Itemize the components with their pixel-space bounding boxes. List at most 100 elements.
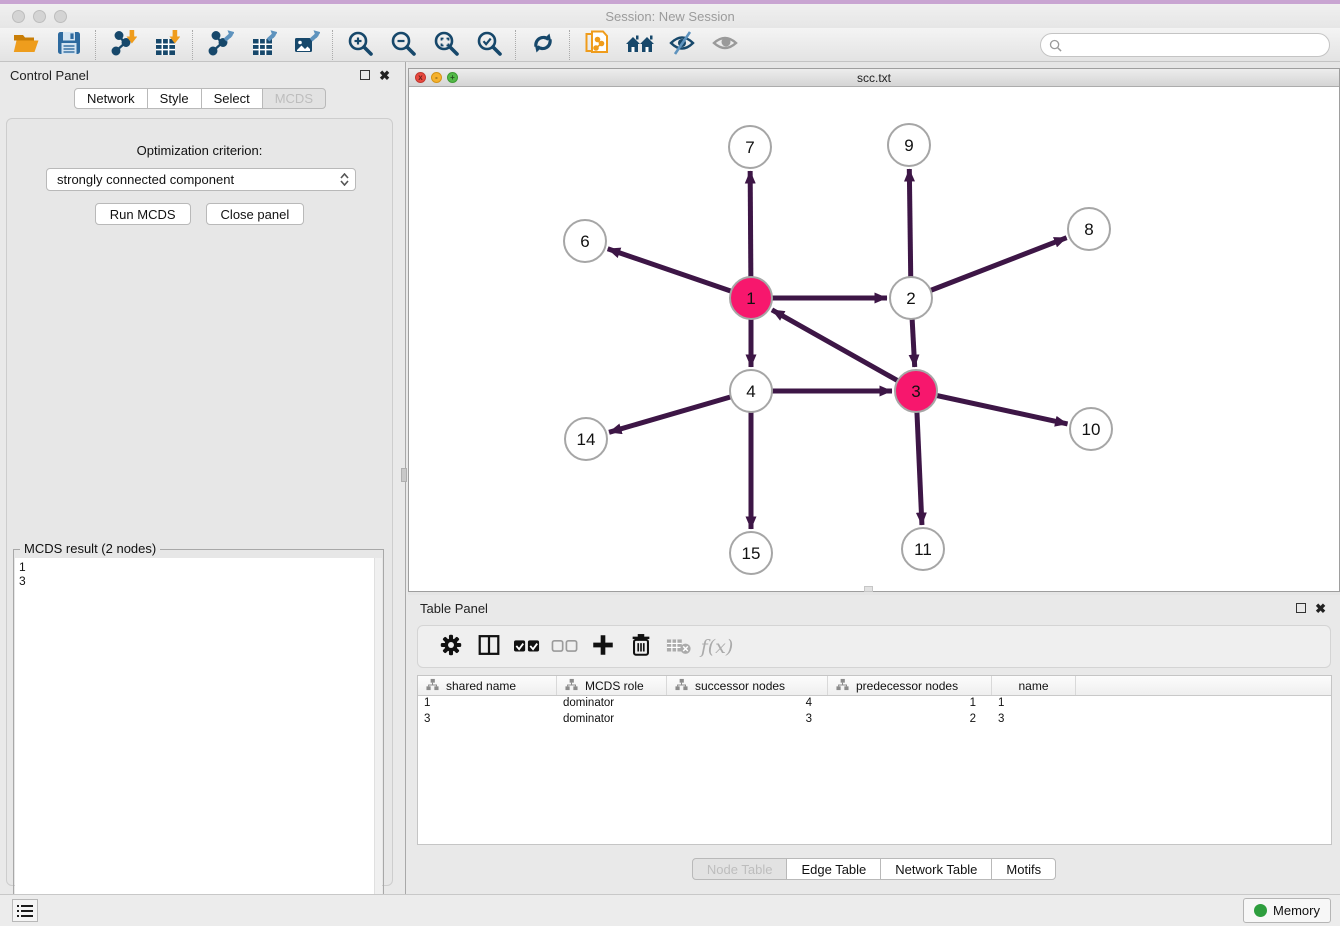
column-header-successor-nodes[interactable]: successor nodes [667, 676, 828, 695]
float-panel-icon[interactable] [360, 70, 370, 80]
vertical-splitter[interactable] [400, 62, 408, 894]
export-image-icon [292, 29, 320, 60]
network-canvas[interactable]: 7 9 6 8 1 2 4 3 14 10 15 11 [409, 87, 1339, 591]
column-header-predecessor-nodes[interactable]: predecessor nodes [828, 676, 992, 695]
node-8[interactable]: 8 [1068, 208, 1110, 250]
export-image-button[interactable] [284, 29, 327, 61]
toolbar-separator [95, 30, 96, 60]
node-10[interactable]: 10 [1070, 408, 1112, 450]
flat-table-icon [565, 678, 578, 694]
column-header-shared-name[interactable]: shared name [418, 676, 557, 695]
edge-3-10[interactable] [916, 391, 1068, 424]
tab-network[interactable]: Network [74, 88, 148, 109]
copy-style-button[interactable] [575, 29, 618, 61]
tab-node-table[interactable]: Node Table [692, 858, 788, 880]
toolbar-separator [192, 30, 193, 60]
network-window-titlebar[interactable]: x - + scc.txt [409, 69, 1339, 87]
zoom-fit-button[interactable] [424, 29, 467, 61]
export-table-button[interactable] [241, 29, 284, 61]
table-cell[interactable]: 4 [667, 696, 828, 712]
save-session-button[interactable] [47, 29, 90, 61]
save-session-icon [55, 29, 83, 60]
float-table-panel-icon[interactable] [1296, 603, 1306, 613]
optimization-criterion-select[interactable]: strongly connected component [46, 168, 356, 191]
run-mcds-button[interactable]: Run MCDS [95, 203, 191, 225]
cyndex-home-button[interactable] [618, 29, 661, 61]
edge-3-1[interactable] [772, 310, 916, 391]
node-3[interactable]: 3 [895, 370, 937, 412]
tab-style[interactable]: Style [147, 88, 202, 109]
close-table-panel-icon[interactable]: ✖ [1315, 602, 1326, 615]
column-view-button[interactable] [470, 629, 508, 665]
hide-graphics-details-button[interactable] [661, 29, 704, 61]
task-history-button[interactable] [12, 899, 38, 922]
table-cell[interactable]: dominator [557, 712, 667, 728]
node-2[interactable]: 2 [890, 277, 932, 319]
node-label: 8 [1084, 220, 1093, 239]
zoom-selected-button[interactable] [467, 29, 510, 61]
main-titlebar[interactable]: Session: New Session [0, 4, 1340, 28]
tab-mcds[interactable]: MCDS [262, 88, 326, 109]
table-cell[interactable]: 2 [828, 712, 992, 728]
edge-2-8[interactable] [911, 238, 1067, 298]
node-label: 9 [904, 136, 913, 155]
splitter-grip[interactable] [401, 468, 407, 482]
table-cell[interactable]: 1 [992, 696, 1076, 712]
tab-network-table[interactable]: Network Table [880, 858, 992, 880]
node-11[interactable]: 11 [902, 528, 944, 570]
table-row[interactable]: 1dominator411 [418, 696, 1331, 712]
node-9[interactable]: 9 [888, 124, 930, 166]
search-box[interactable] [1040, 33, 1330, 57]
memory-button[interactable]: Memory [1243, 898, 1331, 923]
table-cell[interactable]: 1 [418, 696, 557, 712]
table-cell[interactable]: 3 [667, 712, 828, 728]
table-cell[interactable]: 1 [828, 696, 992, 712]
open-session-button[interactable] [4, 29, 47, 61]
zoom-out-button[interactable] [381, 29, 424, 61]
node-1[interactable]: 1 [730, 277, 772, 319]
deselect-all-button[interactable] [546, 629, 584, 665]
result-scrollbar[interactable] [374, 558, 382, 924]
refresh-button[interactable] [521, 29, 564, 61]
tab-edge-table[interactable]: Edge Table [786, 858, 881, 880]
delete-table-icon [665, 632, 693, 661]
add-row-button[interactable] [584, 629, 622, 665]
node-label: 15 [742, 544, 761, 563]
gear-button[interactable] [432, 629, 470, 665]
zoom-fit-icon [432, 29, 460, 60]
table-cell[interactable]: dominator [557, 696, 667, 712]
show-graphics-details-button[interactable] [704, 29, 747, 61]
export-network-button[interactable] [198, 29, 241, 61]
edge-4-14[interactable] [609, 391, 751, 432]
search-input[interactable] [1062, 35, 1329, 55]
column-header-MCDS-role[interactable]: MCDS role [557, 676, 667, 695]
column-header-name[interactable]: name [992, 676, 1076, 695]
node-4[interactable]: 4 [730, 370, 772, 412]
gear-icon [438, 632, 464, 661]
tab-motifs[interactable]: Motifs [991, 858, 1056, 880]
table-row[interactable]: 3dominator323 [418, 712, 1331, 728]
zoom-selected-icon [475, 29, 503, 60]
zoom-in-button[interactable] [338, 29, 381, 61]
close-panel-icon[interactable]: ✖ [379, 69, 390, 82]
delete-row-button[interactable] [622, 629, 660, 665]
node-15[interactable]: 15 [730, 532, 772, 574]
import-network-button[interactable] [101, 29, 144, 61]
network-resize-grip[interactable] [864, 586, 873, 592]
flat-table-icon [675, 678, 688, 694]
copy-style-icon [583, 29, 611, 60]
mcds-result-text[interactable]: 1 3 [15, 558, 374, 924]
node-6[interactable]: 6 [564, 220, 606, 262]
toolbar-separator [569, 30, 570, 60]
node-14[interactable]: 14 [565, 418, 607, 460]
table-cell[interactable]: 3 [418, 712, 557, 728]
table-cell[interactable]: 3 [992, 712, 1076, 728]
table-toolbar: f(x) [417, 625, 1331, 668]
tab-select[interactable]: Select [201, 88, 263, 109]
close-panel-button[interactable]: Close panel [206, 203, 305, 225]
select-all-button[interactable] [508, 629, 546, 665]
node-7[interactable]: 7 [729, 126, 771, 168]
toolbar-separator [515, 30, 516, 60]
edge-1-6[interactable] [608, 249, 751, 298]
import-table-button[interactable] [144, 29, 187, 61]
